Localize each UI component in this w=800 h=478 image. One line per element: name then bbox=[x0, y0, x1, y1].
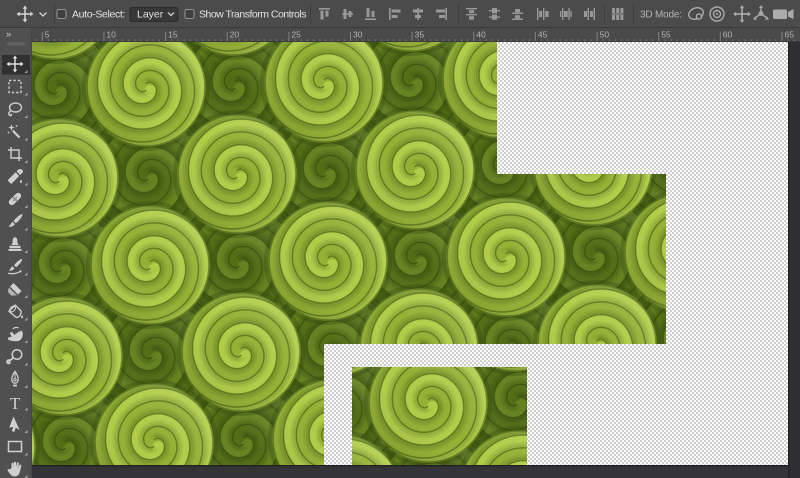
svg-text:50: 50 bbox=[600, 30, 610, 40]
svg-text:15: 15 bbox=[168, 30, 178, 40]
svg-text:Layer: Layer bbox=[137, 9, 164, 21]
svg-text:65: 65 bbox=[785, 30, 795, 40]
svg-text:60: 60 bbox=[723, 30, 733, 40]
svg-text:30: 30 bbox=[353, 30, 363, 40]
svg-text:Auto-Select:: Auto-Select: bbox=[72, 9, 125, 21]
svg-text:5: 5 bbox=[45, 30, 50, 40]
svg-text:3D Mode:: 3D Mode: bbox=[640, 10, 682, 21]
svg-text:20: 20 bbox=[230, 30, 240, 40]
svg-text:Show Transform Controls: Show Transform Controls bbox=[199, 9, 306, 21]
svg-text:35: 35 bbox=[415, 30, 425, 40]
svg-text:40: 40 bbox=[476, 30, 486, 40]
svg-text:»: » bbox=[6, 29, 11, 40]
svg-text:T: T bbox=[10, 394, 21, 413]
svg-text:45: 45 bbox=[538, 30, 548, 40]
svg-text:55: 55 bbox=[661, 30, 671, 40]
svg-text:25: 25 bbox=[291, 30, 301, 40]
svg-text:10: 10 bbox=[106, 30, 116, 40]
